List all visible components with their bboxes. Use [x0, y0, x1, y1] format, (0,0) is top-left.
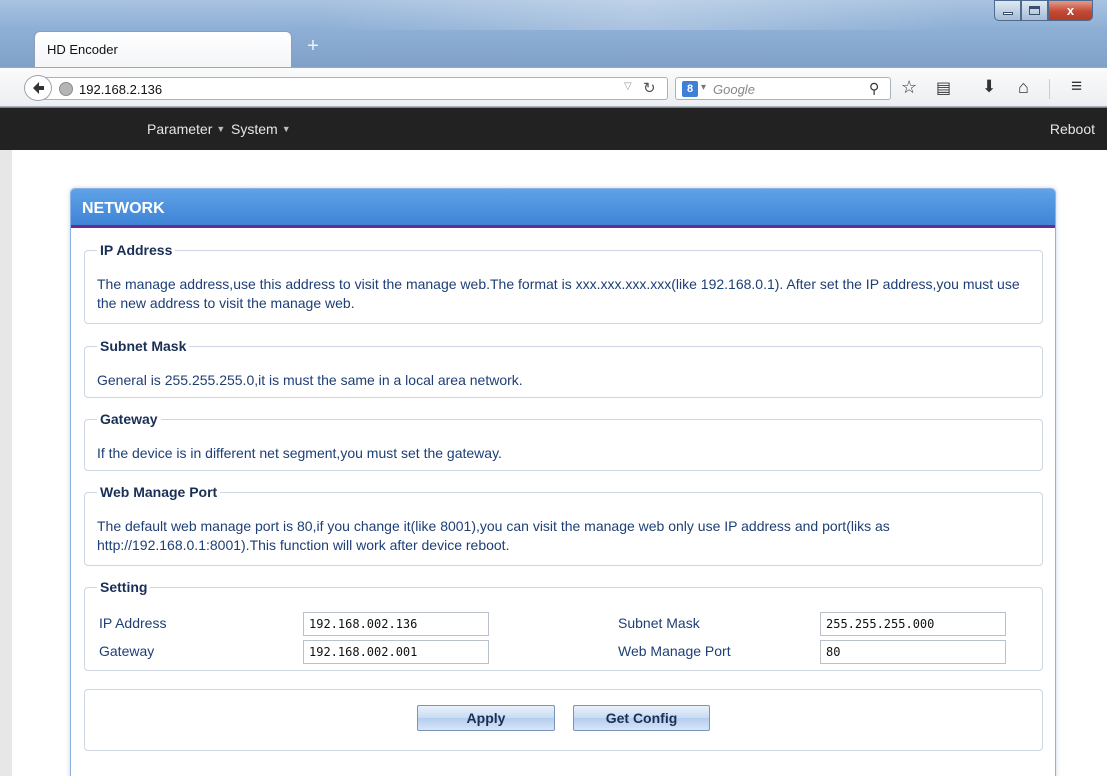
panel-header: NETWORK	[71, 189, 1055, 228]
toolbar-divider	[1049, 79, 1050, 99]
menu-parameter-label: Parameter	[147, 121, 213, 137]
url-text: 192.168.2.136	[79, 82, 163, 97]
tab-title: HD Encoder	[47, 42, 118, 57]
section-web-manage-port: Web Manage Port The default web manage p…	[84, 484, 1043, 566]
close-button[interactable]: x	[1048, 0, 1093, 21]
page-left-edge	[0, 150, 12, 776]
search-engine-dropdown-icon[interactable]: ▾	[701, 82, 706, 93]
globe-icon	[59, 82, 73, 96]
maximize-icon	[1029, 6, 1040, 15]
gateway-label: Gateway	[99, 643, 155, 659]
actions-box: Apply Get Config	[84, 689, 1043, 751]
minimize-button[interactable]	[994, 0, 1021, 21]
bookmark-star-icon[interactable]: ☆	[901, 77, 917, 98]
window-titlebar: HD Encoder + x	[0, 0, 1107, 70]
section-legend: Subnet Mask	[100, 338, 187, 354]
get-config-button[interactable]: Get Config	[573, 705, 710, 731]
ip-address-input[interactable]	[303, 612, 489, 636]
browser-tab[interactable]: HD Encoder	[34, 31, 292, 67]
section-legend: Setting	[100, 579, 148, 595]
browser-navbar: 192.168.2.136 ▽ ↻ 8 ▾ Google ⚲ ☆ ▤ ⬇ ⌂ ≡	[0, 67, 1107, 107]
ip-address-label: IP Address	[99, 615, 167, 631]
search-placeholder: Google	[713, 82, 755, 97]
app-menubar: Parameter ▼ System ▼ Reboot	[0, 108, 1107, 150]
section-description: General is 255.255.255.0,it is must the …	[97, 372, 523, 388]
caret-down-icon: ▼	[281, 124, 291, 134]
back-button[interactable]	[24, 75, 52, 101]
section-legend: Web Manage Port	[100, 484, 218, 500]
search-bar[interactable]: 8 ▾ Google ⚲	[675, 77, 891, 100]
web-manage-port-input[interactable]	[820, 640, 1006, 664]
bookmarks-menu-icon[interactable]: ▤	[936, 78, 951, 98]
new-tab-button[interactable]: +	[302, 36, 324, 58]
menu-parameter[interactable]: Parameter ▼	[147, 121, 225, 137]
web-manage-port-label: Web Manage Port	[618, 643, 731, 659]
home-icon[interactable]: ⌂	[1018, 77, 1029, 98]
minimize-icon	[1002, 12, 1013, 15]
reload-icon[interactable]: ↻	[643, 79, 656, 97]
apply-button[interactable]: Apply	[417, 705, 555, 731]
reboot-link[interactable]: Reboot	[1050, 121, 1095, 137]
section-description: If the device is in different net segmen…	[97, 445, 502, 461]
address-bar[interactable]: 192.168.2.136 ▽ ↻	[38, 77, 668, 100]
menu-system-label: System	[231, 121, 278, 137]
close-icon: x	[1066, 3, 1075, 18]
dropdown-arrow-icon[interactable]: ▽	[624, 81, 632, 92]
search-engine-icon[interactable]: 8	[682, 81, 698, 97]
maximize-button[interactable]	[1021, 0, 1048, 21]
subnet-mask-input[interactable]	[820, 612, 1006, 636]
section-gateway: Gateway If the device is in different ne…	[84, 411, 1043, 471]
window-controls: x	[994, 0, 1093, 21]
network-panel: NETWORK IP Address The manage address,us…	[70, 188, 1056, 776]
section-setting: Setting IP Address Subnet Mask Gateway W…	[84, 579, 1043, 671]
download-icon[interactable]: ⬇	[982, 77, 996, 97]
back-arrow-icon	[33, 82, 44, 94]
subnet-mask-label: Subnet Mask	[618, 615, 700, 631]
section-description: The default web manage port is 80,if you…	[97, 518, 890, 553]
section-subnet-mask: Subnet Mask General is 255.255.255.0,it …	[84, 338, 1043, 398]
hamburger-menu-icon[interactable]: ≡	[1071, 76, 1082, 98]
gateway-input[interactable]	[303, 640, 489, 664]
search-icon[interactable]: ⚲	[869, 80, 879, 97]
section-legend: Gateway	[100, 411, 158, 427]
page-content: Parameter ▼ System ▼ Reboot NETWORK IP Add…	[0, 108, 1107, 776]
section-legend: IP Address	[100, 242, 173, 258]
section-description: The manage address,use this address to v…	[97, 276, 1020, 311]
menu-system[interactable]: System ▼	[231, 121, 291, 137]
panel-title: NETWORK	[82, 200, 165, 217]
section-ip-address: IP Address The manage address,use this a…	[84, 242, 1043, 324]
caret-down-icon: ▼	[216, 124, 226, 134]
